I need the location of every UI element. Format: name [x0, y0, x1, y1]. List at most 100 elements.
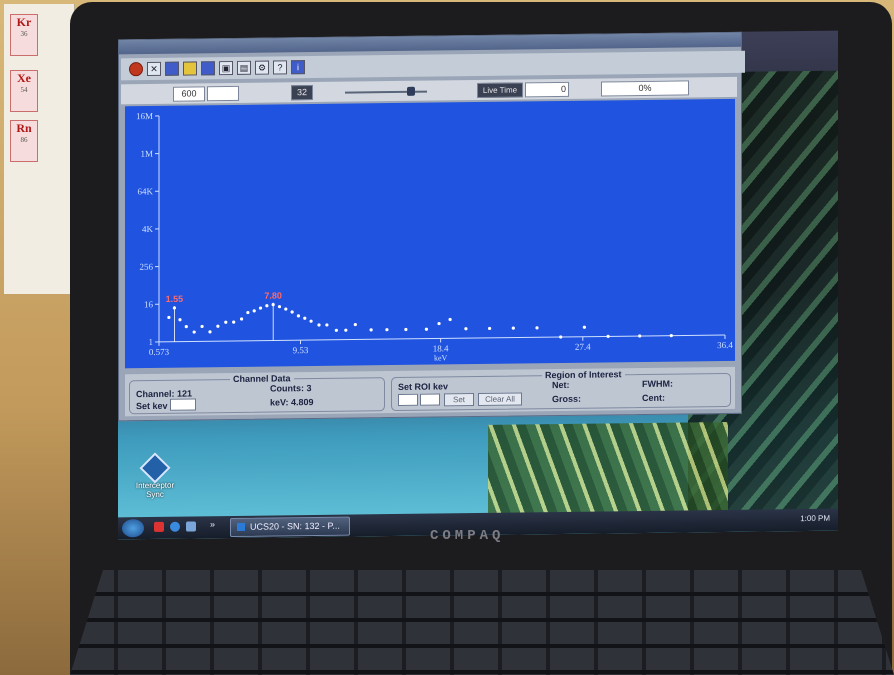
- taskbar-clock[interactable]: 1:00 PM: [800, 514, 830, 523]
- data-point: [464, 327, 468, 331]
- element-number: 86: [20, 136, 28, 144]
- element-cell: Rn 86: [10, 120, 38, 162]
- spectrum-chart[interactable]: 16M 1M 64K 4K 256 16 10.573 9.53 18.4 27.4 36.4 keV…: [125, 99, 735, 368]
- data-point: [178, 318, 182, 322]
- peak-label: 7.80: [264, 291, 282, 301]
- element-number: 54: [20, 86, 28, 94]
- live-time-button[interactable]: Live Time: [477, 82, 523, 99]
- show-desktop-icon[interactable]: [186, 521, 196, 532]
- data-point: [511, 326, 515, 330]
- data-point: [369, 328, 373, 332]
- save-icon[interactable]: ▣: [219, 60, 233, 76]
- taskbar-app-item[interactable]: UCS20 - SN: 132 - P...: [230, 516, 350, 538]
- element-symbol: Xe: [17, 71, 31, 85]
- brand-logo: COMPAQ: [430, 528, 505, 544]
- data-point: [404, 327, 408, 332]
- data-point: [606, 334, 610, 339]
- y-tick-label: 1: [149, 337, 153, 347]
- info-icon[interactable]: i: [291, 60, 305, 75]
- data-point: [239, 317, 244, 321]
- clear-all-button[interactable]: Clear All: [478, 392, 522, 406]
- fwhm-label: FWHM:: [642, 378, 673, 389]
- data-point: [246, 310, 250, 315]
- close-x-icon[interactable]: ✕: [147, 61, 161, 77]
- roi-end-input[interactable]: [420, 393, 440, 406]
- data-point: [167, 315, 171, 320]
- data-point: [385, 328, 389, 332]
- blue-tool-icon[interactable]: [165, 61, 179, 76]
- sync-icon: [139, 452, 171, 484]
- browser-icon[interactable]: [170, 521, 180, 532]
- bottom-panel: Channel Data Channel: 121 Counts: 3 Set …: [125, 366, 735, 417]
- element-cell: Kr 36: [10, 14, 38, 56]
- laptop-screen: ✕ ▣ ▤ ⚙ ? i 600 32 Live Time 0 0% 16M 1M 6…: [118, 30, 838, 540]
- media-icon[interactable]: [154, 521, 164, 532]
- record-icon[interactable]: [129, 62, 143, 77]
- element-cell: Xe 54: [10, 70, 38, 112]
- data-point: [334, 328, 338, 332]
- roi-field[interactable]: 600: [173, 86, 205, 102]
- gross-label: Gross:: [552, 393, 582, 405]
- data-point: [559, 335, 563, 339]
- channel-data-group: Channel Data Channel: 121 Counts: 3 Set …: [129, 373, 385, 415]
- range-button[interactable]: 32: [291, 85, 313, 101]
- data-point: [303, 316, 307, 320]
- data-point: [424, 327, 429, 331]
- roi-group: Region of Interest Set ROI kev Set Clear…: [391, 369, 731, 412]
- data-point: [669, 334, 673, 338]
- x-tick-label: 18.4: [433, 343, 449, 353]
- cent-label: Cent:: [642, 392, 665, 403]
- data-point: [437, 321, 441, 326]
- set-roi-label: Set ROI kev: [398, 381, 449, 392]
- print-icon[interactable]: ▤: [237, 60, 251, 75]
- data-point: [232, 320, 236, 324]
- data-point: [448, 317, 452, 322]
- data-point: [277, 305, 282, 309]
- set-kev-input[interactable]: [170, 398, 196, 411]
- data-point: [224, 320, 228, 324]
- chevron-right-icon[interactable]: »: [210, 519, 215, 529]
- data-point: [535, 326, 539, 330]
- chart-icon[interactable]: [201, 61, 215, 76]
- y-tick-label: 4K: [142, 224, 153, 234]
- spectrum-plot[interactable]: 16M 1M 64K 4K 256 16 1 0.573 9.53 18.4 27.4 36.4 keV…: [125, 98, 735, 369]
- scale-slider-thumb[interactable]: [407, 86, 415, 96]
- y-tick-label: 64K: [138, 186, 154, 196]
- keyboard-rows: [70, 570, 894, 675]
- counts-label: Counts: 3: [270, 383, 312, 394]
- element-number: 36: [20, 30, 28, 38]
- help-icon[interactable]: ?: [273, 60, 287, 75]
- x-tick-label: 27.4: [575, 342, 591, 352]
- start-button[interactable]: [122, 519, 144, 538]
- roi-start-input[interactable]: [398, 393, 418, 406]
- folder-icon[interactable]: [183, 61, 197, 76]
- data-point: [265, 304, 269, 308]
- mode-dropdown[interactable]: [207, 85, 239, 102]
- y-tick-label: 16: [144, 299, 153, 309]
- data-point: [638, 334, 642, 338]
- wallpaper-leaves: [488, 421, 728, 515]
- data-point: [309, 319, 313, 323]
- kev-label: keV: 4.809: [270, 397, 314, 408]
- net-label: Net:: [552, 379, 570, 391]
- toolbar: ✕ ▣ ▤ ⚙ ? i: [121, 50, 745, 81]
- live-time-field[interactable]: 0: [525, 81, 569, 98]
- channel-label: Channel: 121: [136, 388, 193, 400]
- element-symbol: Rn: [16, 121, 32, 135]
- data-point: [216, 324, 220, 328]
- data-point: [344, 328, 348, 332]
- set-button[interactable]: Set: [444, 393, 474, 407]
- data-point: [192, 330, 196, 334]
- roi-legend: Region of Interest: [542, 369, 625, 381]
- interceptor-sync-desktop-icon[interactable]: Interceptor Sync: [130, 452, 180, 500]
- spectrum-app-window[interactable]: ✕ ▣ ▤ ⚙ ? i 600 32 Live Time 0 0% 16M 1M 6…: [118, 31, 745, 422]
- gear-icon[interactable]: ⚙: [255, 60, 269, 75]
- element-symbol: Kr: [16, 15, 32, 29]
- x-tick-label: 0.573: [149, 347, 170, 357]
- set-kev-label: Set kev: [136, 400, 168, 412]
- data-point: [488, 326, 492, 331]
- x-tick-label: 9.53: [293, 345, 309, 355]
- y-tick-label: 16M: [136, 111, 153, 121]
- data-point: [296, 314, 301, 318]
- progress-bar: 0%: [601, 80, 689, 97]
